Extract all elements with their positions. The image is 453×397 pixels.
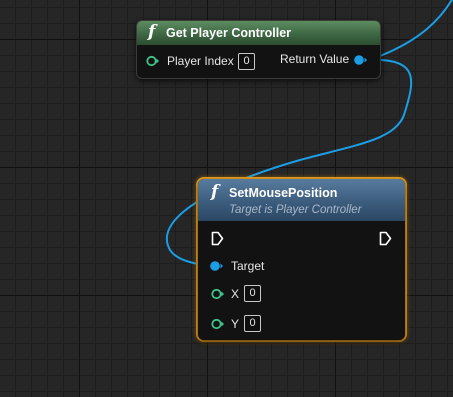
function-icon: f: [211, 182, 219, 202]
node-subtitle: Target is Player Controller: [229, 204, 362, 216]
node-title: SetMousePosition: [229, 186, 338, 200]
return-value-pin-icon[interactable]: [353, 54, 368, 66]
function-icon: f: [148, 22, 156, 42]
y-pin-icon[interactable]: [211, 318, 225, 330]
exec-in-pin-icon[interactable]: [211, 231, 224, 246]
return-value-label: Return Value: [280, 52, 350, 66]
y-input[interactable]: 0: [244, 315, 261, 332]
x-label: X: [231, 287, 240, 301]
player-index-label: Player Index: [167, 54, 234, 68]
x-pin-icon[interactable]: [211, 288, 225, 300]
x-input[interactable]: 0: [244, 285, 261, 302]
get-player-controller-node[interactable]: f Get Player Controller Player Index 0 R…: [136, 20, 381, 79]
node-header[interactable]: f SetMousePosition Target is Player Cont…: [198, 179, 405, 221]
node-header[interactable]: f Get Player Controller: [137, 21, 380, 45]
target-pin-icon[interactable]: [209, 260, 224, 272]
y-label: Y: [231, 317, 240, 331]
set-mouse-position-node[interactable]: f SetMousePosition Target is Player Cont…: [196, 177, 407, 342]
player-index-input[interactable]: 0: [238, 53, 255, 70]
exec-out-pin-icon[interactable]: [379, 231, 392, 246]
target-label: Target: [231, 259, 265, 273]
player-index-pin-icon[interactable]: [146, 55, 160, 67]
incoming-exec-or-data-wire[interactable]: [379, 0, 453, 57]
node-title: Get Player Controller: [166, 26, 292, 40]
